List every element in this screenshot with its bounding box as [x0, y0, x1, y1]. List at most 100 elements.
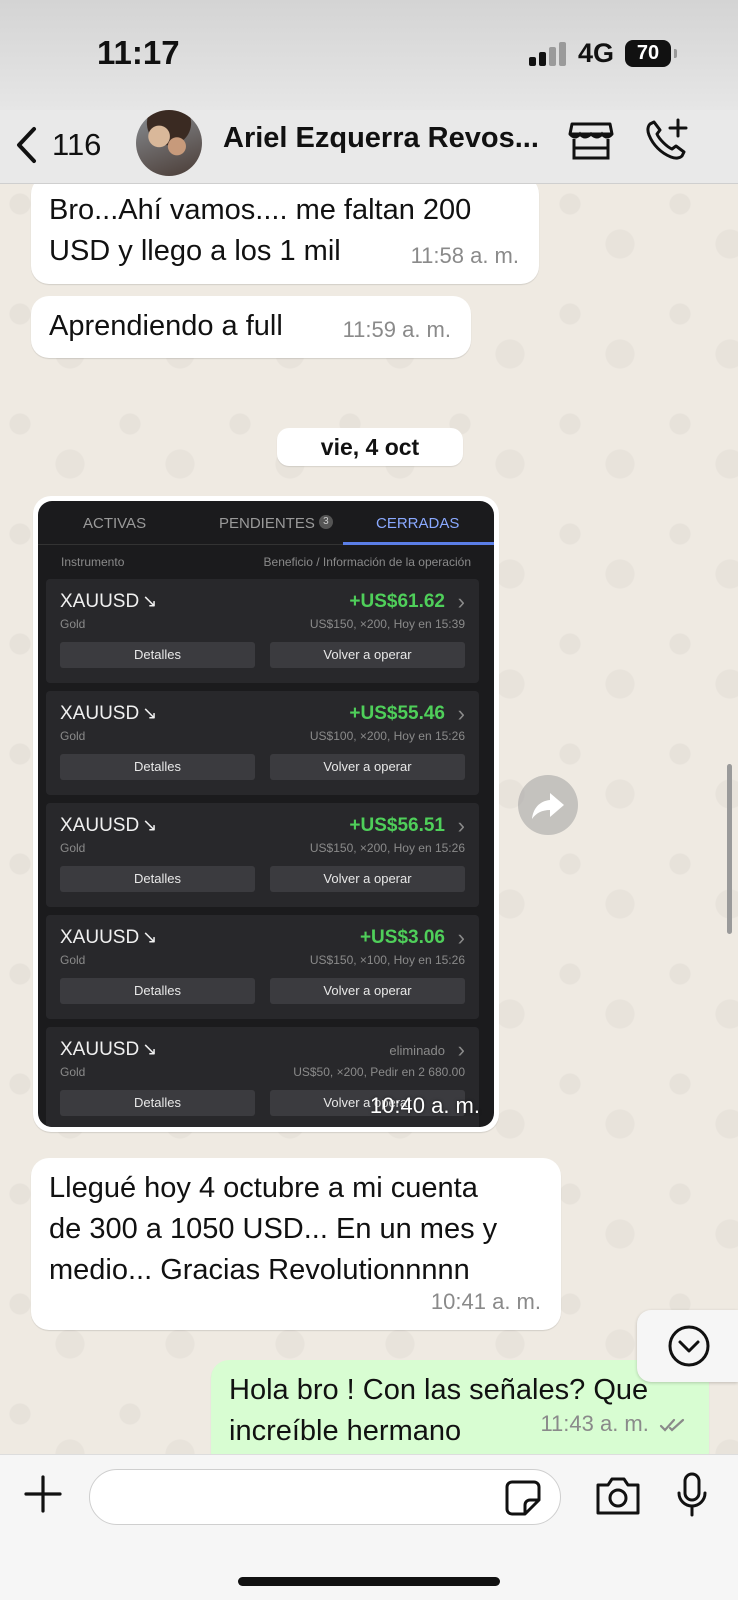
message-time-row: 11:43 a. m. — [540, 1403, 689, 1444]
microphone-button[interactable] — [674, 1471, 710, 1524]
forward-button[interactable] — [518, 775, 578, 835]
down-right-arrow-icon: ↘ — [142, 1039, 158, 1059]
trade-symbol-text: XAUUSD — [60, 591, 140, 612]
chevron-right-icon: › — [457, 589, 465, 614]
details-button: Detalles — [60, 642, 255, 668]
trade-symbol: XAUUSD ↘ — [60, 1039, 157, 1061]
trade-symbol-text: XAUUSD — [60, 703, 140, 724]
trade-name: Gold — [60, 953, 86, 967]
trade-screenshot: ACTIVAS PENDIENTES 3 CERRADAS Instrumento… — [38, 501, 494, 1127]
forward-arrow-icon — [532, 793, 564, 819]
message-bubble[interactable]: Aprendiendo a full 11:59 a. m. — [31, 296, 471, 358]
chevron-right-icon: › — [457, 701, 465, 726]
details-button: Detalles — [60, 754, 255, 780]
trade-profit: eliminado — [389, 1043, 445, 1058]
message-time: 11:43 a. m. — [540, 1411, 649, 1436]
trade-card: XAUUSD ↘ Gold +US$56.51 › US$150, ×200, Hoy e… — [46, 803, 479, 907]
trade-symbol: XAUUSD ↘ — [60, 703, 157, 725]
tab-underline — [343, 542, 494, 545]
unread-count: 116 — [52, 127, 102, 162]
trade-info: US$150, ×200, Hoy en 15:39 — [309, 617, 465, 631]
image-message[interactable]: ACTIVAS PENDIENTES 3 CERRADAS Instrumento… — [33, 496, 499, 1132]
trade-profit: +US$3.06 — [359, 927, 445, 948]
store-icon — [568, 122, 614, 160]
details-button: Detalles — [60, 1090, 255, 1116]
reopen-button: Volver a operar — [270, 754, 465, 780]
plus-icon — [24, 1475, 62, 1513]
sticker-button[interactable] — [504, 1479, 542, 1522]
message-time: 11:59 a. m. — [342, 317, 451, 342]
tab-pendientes: PENDIENTES 3 — [219, 515, 333, 532]
attach-button[interactable] — [22, 1473, 64, 1520]
message-bubble[interactable]: Bro...Ahí vamos.... me faltan 200 USD y … — [31, 184, 539, 284]
column-benefit: Beneficio / Información de la operación — [263, 555, 471, 569]
down-right-arrow-icon: ↘ — [142, 591, 158, 611]
phone-plus-icon — [646, 118, 688, 160]
message-time: 11:58 a. m. — [410, 243, 519, 268]
chevron-down-circle-icon — [668, 1325, 710, 1367]
trade-symbol: XAUUSD ↘ — [60, 815, 157, 837]
add-call-button[interactable] — [642, 116, 690, 169]
back-button[interactable]: 116 — [14, 122, 101, 168]
tab-cerradas: CERRADAS — [376, 515, 460, 532]
trade-profit: +US$55.46 — [349, 703, 445, 724]
trade-card: XAUUSD ↘ Gold +US$61.62 › US$150, ×200, Hoy e… — [46, 579, 479, 683]
status-time: 11:17 — [97, 34, 180, 71]
down-right-arrow-icon: ↘ — [142, 703, 158, 723]
message-input[interactable] — [89, 1469, 561, 1525]
pending-badge: 3 — [318, 515, 333, 529]
trade-symbol-text: XAUUSD — [60, 815, 140, 836]
reopen-button: Volver a operar — [270, 642, 465, 668]
image-time: 10:40 a. m. — [369, 1093, 480, 1118]
outgoing-message-bubble[interactable]: Hola bro ! Con las señales? Que increíbl… — [211, 1360, 709, 1454]
store-button[interactable] — [568, 120, 614, 167]
down-right-arrow-icon: ↘ — [142, 927, 158, 947]
message-text: de 300 a 1050 USD... En un mes y — [49, 1213, 498, 1245]
trade-info: US$50, ×200, Pedir en 2 680.00 — [293, 1065, 465, 1079]
down-right-arrow-icon: ↘ — [142, 815, 158, 835]
chat-header: 116 Ariel Ezquerra Revos... — [0, 110, 738, 184]
trade-name: Gold — [60, 1065, 86, 1079]
trade-profit: +US$56.51 — [349, 815, 445, 836]
tab-label: PENDIENTES — [219, 515, 315, 532]
trade-name: Gold — [60, 617, 86, 631]
chevron-left-icon — [17, 127, 36, 163]
trade-info: US$150, ×100, Hoy en 15:26 — [309, 953, 465, 967]
message-time: 10:41 a. m. — [430, 1289, 541, 1314]
chevron-right-icon: › — [457, 1037, 465, 1062]
avatar[interactable] — [136, 110, 202, 176]
column-instrument: Instrumento — [61, 555, 125, 569]
signal-icon — [529, 42, 567, 66]
chevron-right-icon: › — [457, 813, 465, 838]
details-button: Detalles — [60, 866, 255, 892]
home-indicator — [238, 1577, 500, 1586]
trade-card: XAUUSD ↘ Gold +US$3.06 › US$150, ×100, Hoy en… — [46, 915, 479, 1019]
camera-icon — [596, 1477, 640, 1515]
tab-activas: ACTIVAS — [83, 515, 147, 532]
trade-info: US$150, ×200, Hoy en 15:26 — [309, 841, 465, 855]
trade-name: Gold — [60, 841, 86, 855]
reopen-button: Volver a operar — [270, 978, 465, 1004]
network-type: 4G — [578, 38, 615, 68]
scroll-down-button[interactable] — [637, 1310, 738, 1382]
trade-symbol-text: XAUUSD — [60, 927, 140, 948]
trade-card: XAUUSD ↘ Gold +US$55.46 › US$100, ×200, Hoy e… — [46, 691, 479, 795]
trade-symbol: XAUUSD ↘ — [60, 927, 157, 949]
scroll-indicator[interactable] — [727, 764, 732, 934]
message-bubble[interactable]: Llegué hoy 4 octubre a mi cuenta de 300 … — [31, 1158, 561, 1330]
reopen-button: Volver a operar — [270, 866, 465, 892]
trade-profit: +US$61.62 — [349, 591, 445, 612]
message-text: Llegué hoy 4 octubre a mi cuenta — [49, 1172, 478, 1204]
sticker-icon — [505, 1480, 541, 1516]
date-divider: vie, 4 oct — [277, 428, 463, 466]
trade-info: US$100, ×200, Hoy en 15:26 — [309, 729, 465, 743]
chat-area[interactable]: Bro...Ahí vamos.... me faltan 200 USD y … — [0, 184, 738, 1454]
trade-symbol-text: XAUUSD — [60, 1039, 140, 1060]
trade-name: Gold — [60, 729, 86, 743]
trade-symbol: XAUUSD ↘ — [60, 591, 157, 613]
contact-name[interactable]: Ariel Ezquerra Revos... — [223, 122, 553, 155]
composer-bar — [0, 1454, 738, 1600]
chevron-right-icon: › — [457, 925, 465, 950]
microphone-icon — [677, 1472, 707, 1517]
camera-button[interactable] — [594, 1475, 642, 1522]
